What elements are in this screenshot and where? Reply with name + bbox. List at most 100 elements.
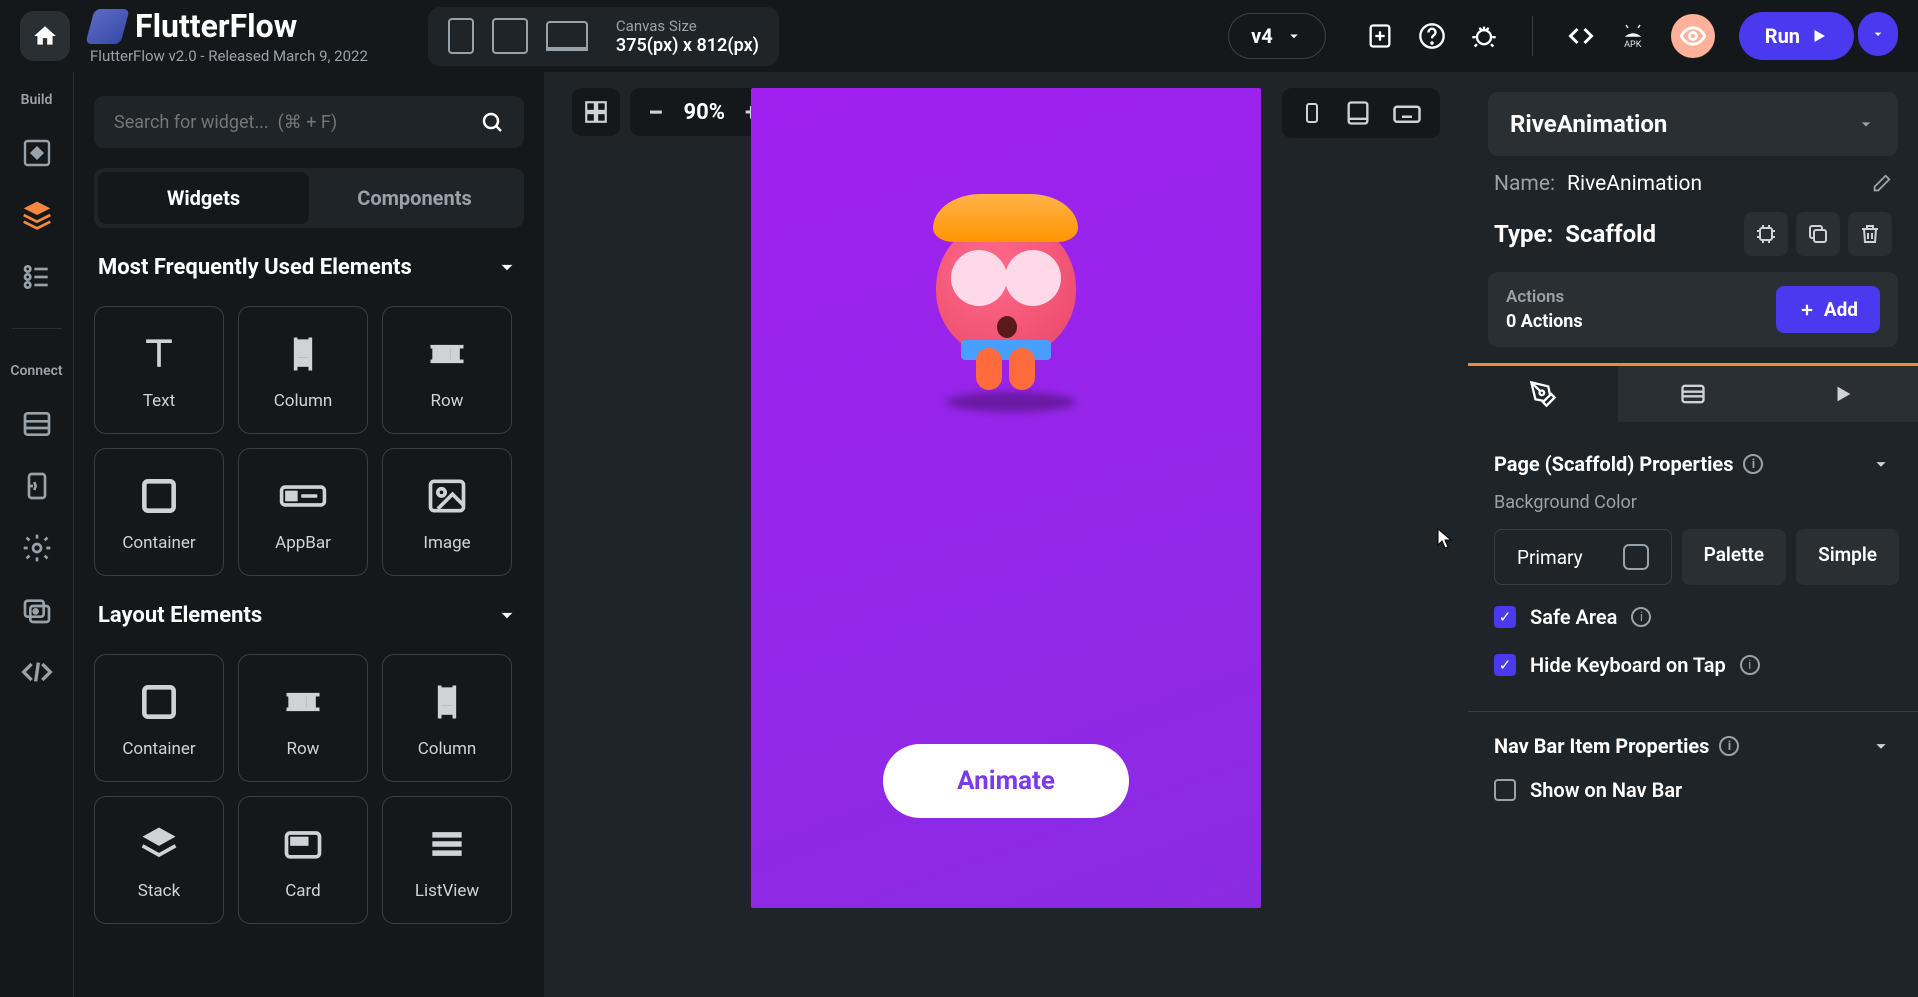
home-icon [32, 23, 58, 49]
help-icon[interactable] [1418, 22, 1446, 50]
scaffold-props-header[interactable]: Page (Scaffold) Propertiesi [1494, 452, 1892, 476]
element-header[interactable]: RiveAnimation [1488, 92, 1898, 156]
cursor-icon [1437, 528, 1453, 550]
checkbox-icon: ✓ [1494, 606, 1516, 628]
sidebar-settings-icon[interactable] [20, 531, 54, 565]
type-row: Type: Scaffold [1488, 212, 1898, 256]
widget-stack[interactable]: Stack [94, 796, 224, 924]
canvas-size-value: 375(px) x 812(px) [616, 35, 759, 56]
phone-preview[interactable]: Animate [751, 88, 1261, 908]
plus-icon [1798, 301, 1816, 319]
chevron-down-icon [1870, 735, 1892, 757]
search-input[interactable] [114, 112, 480, 133]
primary-color-button[interactable]: Primary [1494, 529, 1672, 585]
add-action-button[interactable]: Add [1776, 286, 1880, 333]
desktop-device-icon[interactable] [546, 21, 588, 51]
animate-button[interactable]: Animate [883, 744, 1129, 818]
chevron-down-icon [494, 254, 520, 280]
widget-container[interactable]: Container [94, 448, 224, 576]
tab-widgets[interactable]: Widgets [98, 172, 309, 224]
info-icon[interactable]: i [1631, 607, 1651, 627]
palette-button[interactable]: Palette [1682, 529, 1786, 585]
add-page-icon[interactable] [1366, 22, 1394, 50]
hide-keyboard-toggle[interactable]: ✓ Hide Keyboard on Tap i [1494, 649, 1892, 681]
widget-column[interactable]: Column [238, 306, 368, 434]
version-dropdown[interactable]: v4 [1228, 13, 1326, 59]
chevron-down-icon [1285, 27, 1303, 45]
phone-view-icon[interactable] [1300, 98, 1324, 128]
chevron-down-icon [1856, 114, 1876, 134]
edit-icon[interactable] [1870, 173, 1892, 195]
sidebar-database-icon[interactable] [20, 407, 54, 441]
section-frequently-used[interactable]: Most Frequently Used Elements [94, 248, 524, 286]
chevron-down-icon [1870, 26, 1886, 42]
play-icon [1810, 27, 1828, 45]
info-icon[interactable]: i [1743, 454, 1763, 474]
show-navbar-toggle[interactable]: Show on Nav Bar [1494, 774, 1892, 806]
tab-database[interactable] [1618, 366, 1768, 422]
widget-text[interactable]: Text [94, 306, 224, 434]
widget-container-2[interactable]: Container [94, 654, 224, 782]
actions-box: Actions 0 Actions Add [1488, 272, 1898, 347]
delete-button[interactable] [1848, 212, 1892, 256]
widget-image[interactable]: Image [382, 448, 512, 576]
tab-components[interactable]: Components [309, 172, 520, 224]
phone-device-icon[interactable] [448, 18, 474, 54]
info-icon[interactable]: i [1740, 655, 1760, 675]
search-icon [480, 110, 504, 134]
bg-color-label: Background Color [1494, 492, 1892, 513]
tab-style[interactable] [1468, 366, 1618, 422]
widget-row-2[interactable]: Row [238, 654, 368, 782]
sidebar-connect-label: Connect [10, 363, 62, 379]
widget-listview[interactable]: ListView [382, 796, 512, 924]
app-name: FlutterFlow [135, 7, 297, 45]
chevron-down-icon [494, 602, 520, 628]
chevron-down-icon [1870, 453, 1892, 475]
android-icon[interactable]: APK [1619, 22, 1647, 50]
safe-area-toggle[interactable]: ✓ Safe Area i [1494, 601, 1892, 633]
eye-icon [1679, 22, 1707, 50]
info-icon[interactable]: i [1719, 736, 1739, 756]
zoom-out-button[interactable]: − [648, 96, 664, 129]
widget-row[interactable]: Row [382, 306, 512, 434]
tablet-view-icon[interactable] [1344, 98, 1372, 128]
widget-appbar[interactable]: AppBar [238, 448, 368, 576]
widget-card[interactable]: Card [238, 796, 368, 924]
run-button[interactable]: Run [1739, 12, 1854, 60]
widget-panel: Widgets Components Most Frequently Used … [74, 72, 544, 997]
preview-button[interactable] [1671, 14, 1715, 58]
keyboard-view-icon[interactable] [1392, 98, 1422, 128]
tablet-device-icon[interactable] [492, 18, 528, 54]
wrap-button[interactable] [1744, 212, 1788, 256]
nav-sidebar: Build Connect [0, 72, 74, 997]
sidebar-media-icon[interactable] [20, 593, 54, 627]
run-more-button[interactable] [1858, 12, 1898, 56]
widget-search[interactable] [94, 96, 524, 148]
widget-column-2[interactable]: Column [382, 654, 512, 782]
sidebar-widget-tree-icon[interactable] [20, 136, 54, 170]
canvas[interactable]: − 90% + Animate [544, 72, 1468, 997]
sidebar-code-icon[interactable] [20, 655, 54, 689]
sidebar-build-label: Build [21, 92, 53, 108]
home-button[interactable] [20, 11, 70, 61]
properties-panel: RiveAnimation Name: RiveAnimation Type: … [1468, 72, 1918, 997]
sidebar-device-icon[interactable] [20, 469, 54, 503]
sidebar-tree-icon[interactable] [20, 260, 54, 294]
sidebar-layers-icon[interactable] [20, 198, 54, 232]
tab-animation[interactable] [1768, 366, 1918, 422]
section-layout[interactable]: Layout Elements [94, 596, 524, 634]
checkbox-icon: ✓ [1494, 654, 1516, 676]
view-options [1282, 88, 1440, 138]
color-swatch [1623, 544, 1649, 570]
select-all-button[interactable] [572, 88, 620, 136]
simple-button[interactable]: Simple [1796, 529, 1899, 585]
property-tabs [1468, 363, 1918, 422]
navbar-props-header[interactable]: Nav Bar Item Propertiesi [1494, 734, 1892, 758]
bug-icon[interactable] [1470, 22, 1498, 50]
name-row: Name: RiveAnimation [1488, 172, 1898, 196]
device-selector: Canvas Size 375(px) x 812(px) [428, 7, 779, 66]
zoom-value: 90% [684, 100, 726, 125]
checkbox-empty-icon [1494, 779, 1516, 801]
copy-button[interactable] [1796, 212, 1840, 256]
code-icon[interactable] [1567, 22, 1595, 50]
